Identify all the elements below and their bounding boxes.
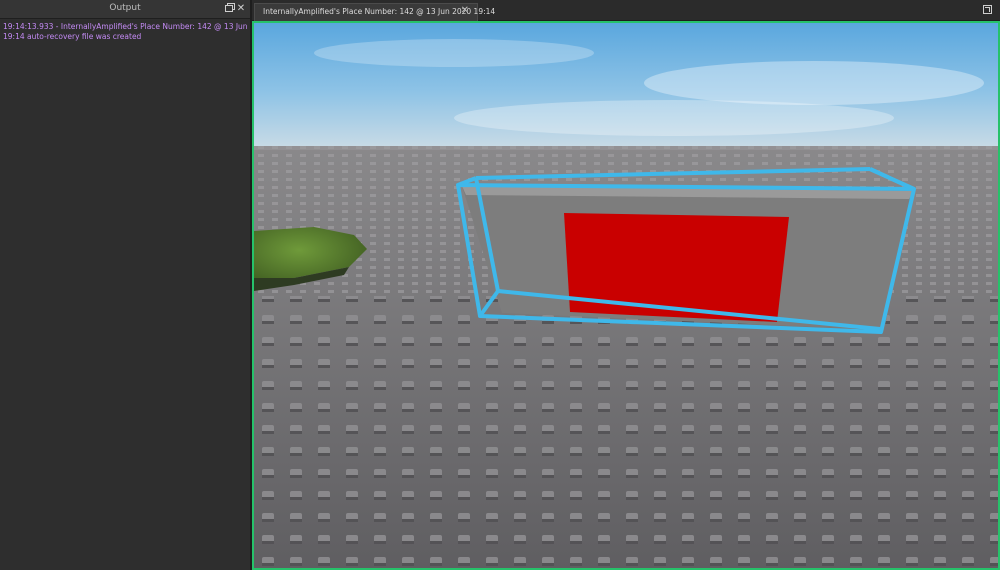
output-line: 19:14:13.933 - InternallyAmplified's Pla… <box>3 22 247 31</box>
output-panel-title: Output <box>109 3 141 13</box>
tab-place[interactable]: InternallyAmplified's Place Number: 142 … <box>254 3 495 21</box>
output-panel: Output ✕ 19:14:13.933 - InternallyAmplif… <box>0 0 252 570</box>
output-line: 19:14 auto-recovery file was created <box>3 32 142 41</box>
viewport-area: InternallyAmplified's Place Number: 142 … <box>252 0 1000 570</box>
output-log: 19:14:13.933 - InternallyAmplified's Pla… <box>0 19 250 45</box>
close-icon[interactable]: ✕ <box>235 2 247 15</box>
viewport-scene[interactable] <box>254 23 998 568</box>
document-tabbar: InternallyAmplified's Place Number: 142 … <box>252 0 1000 21</box>
tab-close-icon[interactable]: ✕ <box>461 5 469 16</box>
maximize-icon[interactable] <box>983 5 992 14</box>
studio-window: Output ✕ 19:14:13.933 - InternallyAmplif… <box>0 0 1000 570</box>
3d-viewport[interactable] <box>252 21 1000 570</box>
red-part <box>564 213 789 322</box>
dock-icon[interactable] <box>223 2 235 15</box>
output-panel-header: Output ✕ <box>0 0 250 19</box>
